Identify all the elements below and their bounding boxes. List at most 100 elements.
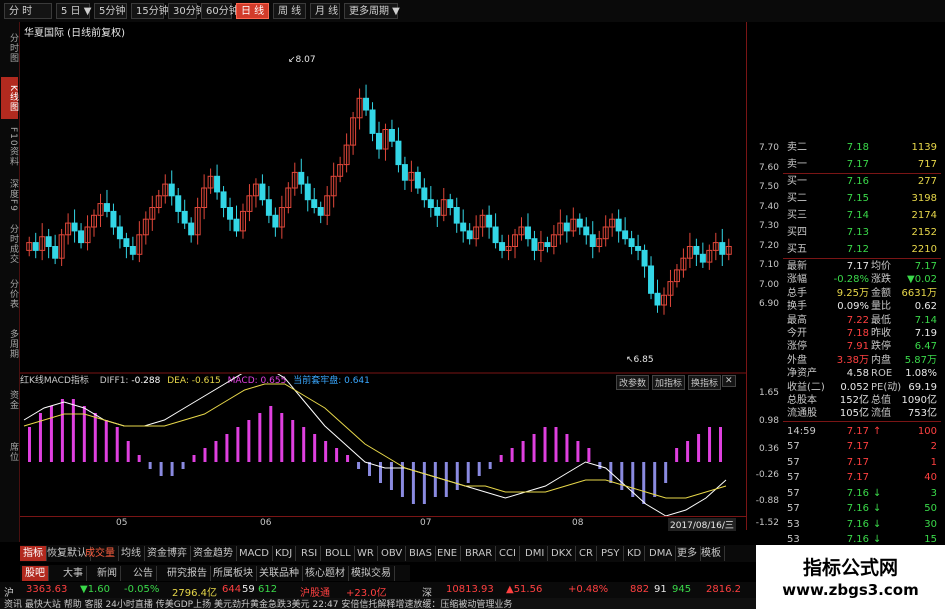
quote-volume: 277 [917,176,937,187]
left-tab-1[interactable]: K线图 [1,77,18,119]
indicator-tab-23[interactable]: 模板 [698,546,725,561]
left-tab-4[interactable]: 分时成交 [1,222,18,266]
indicator-tab-17[interactable]: DKX [548,546,577,561]
sh-label: 沪 [4,588,14,599]
tick-price: 7.17 [846,456,869,468]
candle-body [103,203,110,212]
left-tab-6[interactable]: 多周期 [1,322,18,366]
candle-body [78,230,85,244]
quote-row: 卖一 7.17 717 [783,157,941,172]
quote-label: 买三 [787,210,807,221]
news-tab-0[interactable]: 股吧 [22,566,49,581]
indicator-tab-6[interactable]: MACD [236,546,273,561]
news-tab-bar: 股吧 大事 新闻 公告 研究报告 所属板块 关联品种 核心题材 模拟交易 [20,565,410,581]
period-tab-9[interactable]: 更多周期 ▼ [344,3,400,19]
candle-body [298,171,305,185]
news-tab-2[interactable]: 新闻 [94,566,121,581]
period-tab-1[interactable]: 5 日 ▼ [56,3,91,19]
low-price-marker: ↖6.85 [626,355,654,365]
period-tab-2[interactable]: 5分钟 [94,3,127,19]
left-tab-2[interactable]: F10资料 [1,126,18,168]
indicator-tab-21[interactable]: DMA [646,546,677,561]
high-price-marker: ↙8.07 [288,55,316,65]
kline-chart[interactable]: ↙8.07 ↖6.85 [20,22,746,374]
indicator-tab-7[interactable]: KDJ [272,546,297,561]
indicator-tab-5[interactable]: 资金趋势 [190,546,237,561]
candle-body [110,210,117,228]
indicator-tab-19[interactable]: PSY [598,546,624,561]
left-tab-0[interactable]: 分时图 [1,28,18,68]
tick-time: 53 [787,518,800,530]
sh-flat-count: 59 [242,584,255,595]
tick-time: 57 [787,472,800,484]
indicator-tab-14[interactable]: BRAR [462,546,497,561]
candle-body [272,214,279,228]
quote-row: 买三 7.14 2174 [783,208,941,223]
news-tab-5[interactable]: 所属板块 [210,566,257,581]
quote-volume: 1139 [911,142,937,153]
price-tick: 7.40 [758,201,779,212]
indicator-tab-12[interactable]: BIAS [406,546,436,561]
candle-body [188,222,195,236]
indicator-tab-15[interactable]: CCI [496,546,520,561]
indicator-tab-3[interactable]: 均线 [118,546,145,561]
indicator-tab-4[interactable]: 资金博弈 [144,546,191,561]
indicator-tab-22[interactable]: 更多 [674,546,701,561]
tick-price: 7.17 [846,441,869,453]
sh-change: ▼1.60 [80,584,110,595]
quote-label: 买五 [787,244,807,255]
hgt-label: 沪股通 [300,588,330,599]
price-tick: 7.70 [758,143,779,153]
period-tab-6[interactable]: 日 线 [236,3,269,19]
news-tab-4[interactable]: 研究报告 [164,566,211,581]
stat-value: 105亿 [839,408,869,420]
price-tick: 7.60 [758,162,779,173]
indicator-tab-18[interactable]: CR [576,546,597,561]
macd-chart[interactable] [20,374,746,530]
candle-body [175,195,182,212]
left-tab-7[interactable]: 资金 [1,378,18,422]
indicator-tab-10[interactable]: WR [354,546,378,561]
news-tab-6[interactable]: 关联品种 [256,566,303,581]
period-tab-7[interactable]: 周 线 [273,3,306,19]
news-tab-7[interactable]: 核心题材 [302,566,349,581]
quote-volume: 2174 [911,210,937,221]
indicator-tab-0[interactable]: 指标 [20,546,47,561]
news-tab-1[interactable]: 大事 [60,566,87,581]
watermark: 指标公式网 www.zbgs3.com [756,545,945,609]
indicator-tab-11[interactable]: OBV [378,546,407,561]
indicator-pane[interactable]: 红K线MACD指标 DIFF1: -0.288 DEA: -0.615 MACD… [20,374,746,531]
indicator-tab-8[interactable]: RSI [298,546,322,561]
quote-row: 买二 7.15 3198 [783,191,941,206]
cyb-value: 2816.2 [706,584,741,595]
indicator-tab-13[interactable]: ENE [434,546,462,561]
period-tab-4[interactable]: 30分钟 [168,3,206,19]
news-tab-3[interactable]: 公告 [130,566,157,581]
left-tab-5[interactable]: 分价表 [1,272,18,316]
kline-chart-pane[interactable]: 华夏国际 (日线前复权) ↙8.07 ↖6.85 [20,22,746,374]
period-tab-8[interactable]: 月 线 [310,3,340,19]
candle-body [369,109,376,134]
period-tab-5[interactable]: 60分钟 [201,3,239,19]
news-tab-8[interactable]: 模拟交易 [348,566,395,581]
indicator-tab-20[interactable]: KD [624,546,646,561]
left-tab-3[interactable]: 深度F9 [1,174,18,216]
quote-label: 卖一 [787,159,807,170]
indicator-axis: 1.65 0.98 0.36 -0.26 -0.88 -1.52 [746,374,783,530]
indicator-tab-9[interactable]: BOLL [322,546,355,561]
price-tick: 7.00 [758,279,779,290]
candle-body [304,183,311,201]
candle-body [628,238,635,247]
period-tab-3[interactable]: 15分钟 [131,3,169,19]
quote-volume: 2210 [911,244,937,255]
candle-body [654,292,661,306]
price-tick: 7.30 [758,221,779,231]
quote-price: 7.15 [846,193,869,204]
left-tab-8[interactable]: 席位 [1,430,18,474]
sh-up-count: 644 [222,584,242,595]
period-tab-0[interactable]: 分 时 [4,3,52,19]
candle-body [220,191,227,208]
indicator-tab-2[interactable]: 成交量 [82,546,119,561]
indicator-tab-16[interactable]: DMI [522,546,549,561]
tick-time: 57 [787,503,800,515]
